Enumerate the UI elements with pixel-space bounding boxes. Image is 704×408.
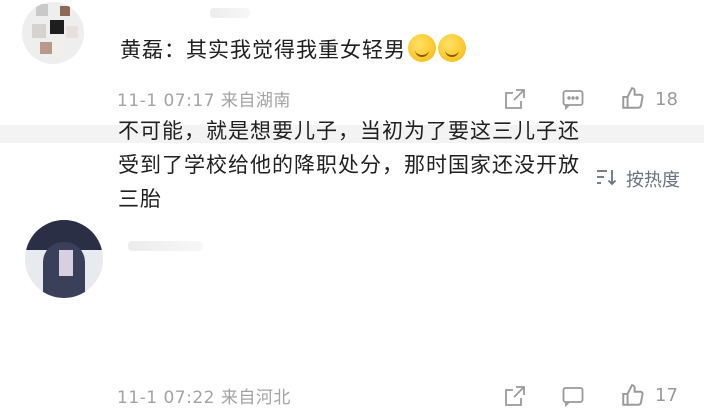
- like-icon[interactable]: [620, 85, 646, 111]
- comment-meta: 11-1 07:17 来自湖南: [117, 86, 291, 111]
- comment-line: 三胎: [118, 187, 162, 211]
- username-blur: [128, 241, 203, 251]
- comment-time: 11-1 07:22: [117, 388, 215, 408]
- share-icon[interactable]: [503, 384, 527, 408]
- like-icon[interactable]: [620, 382, 646, 408]
- share-icon[interactable]: [503, 87, 527, 111]
- comment-line: 受到了学校给他的降职处分，那时国家还没开放: [118, 153, 580, 177]
- comment-location: 来自湖南: [220, 91, 291, 111]
- comment-text: 黄磊：其实我觉得我重女轻男: [120, 33, 466, 67]
- avatar[interactable]: [22, 2, 84, 64]
- comment-location: 来自河北: [220, 388, 291, 408]
- comment-body: 其实我觉得我重女轻男: [186, 38, 406, 62]
- comment-line: 不可能，就是想要儿子，当初为了要这三儿子还: [118, 119, 580, 143]
- smirk-emoji-icon: [438, 34, 466, 62]
- reply-icon[interactable]: [561, 87, 585, 111]
- comment-card-1: 黄磊：其实我觉得我重女轻男 11-1 07:17 来自湖南 18: [0, 0, 704, 125]
- avatar[interactable]: [25, 220, 103, 298]
- comment-author[interactable]: 黄磊: [120, 38, 164, 62]
- username-blur: [210, 8, 250, 18]
- author-separator: ：: [164, 38, 186, 62]
- like-count: 18: [655, 89, 678, 110]
- comment-time: 11-1 07:17: [117, 91, 215, 111]
- reply-icon[interactable]: [561, 384, 585, 408]
- comment-meta: 11-1 07:22 来自河北: [117, 383, 291, 408]
- comment-text: 不可能，就是想要儿子，当初为了要这三儿子还 受到了学校给他的降职处分，那时国家还…: [118, 114, 678, 216]
- smirk-emoji-icon: [408, 34, 436, 62]
